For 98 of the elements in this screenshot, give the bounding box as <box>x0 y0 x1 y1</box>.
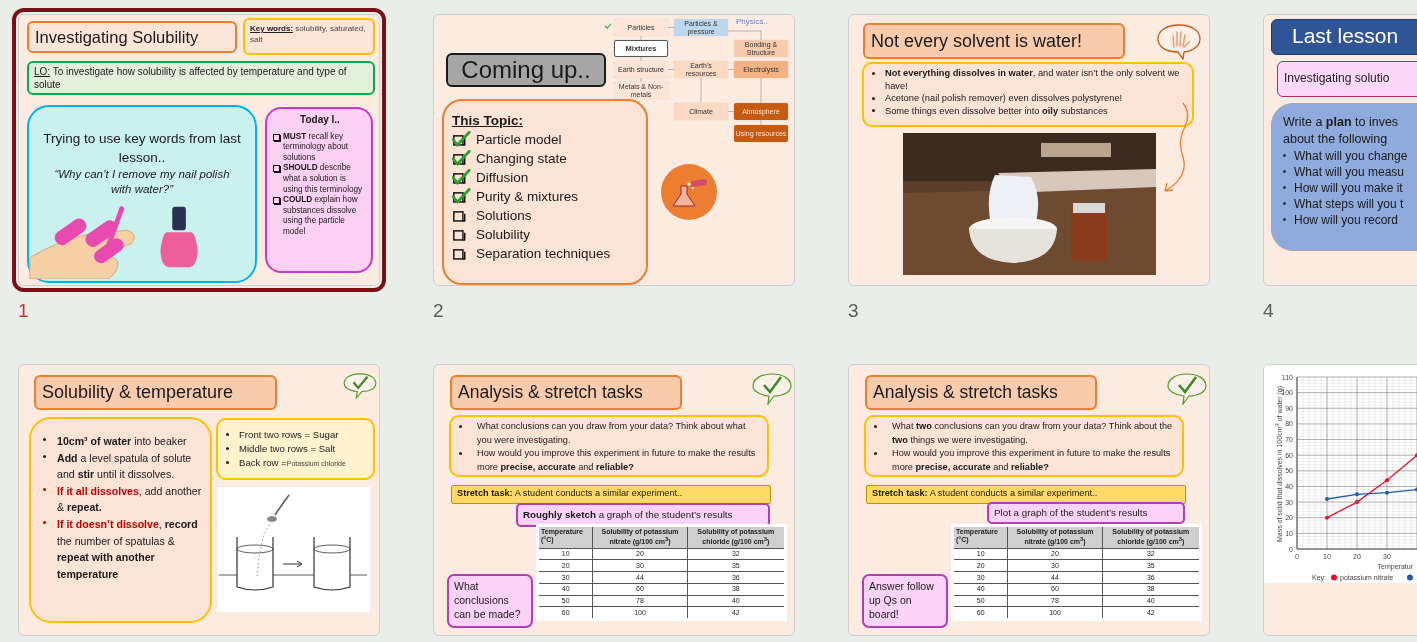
data-point <box>1355 492 1359 497</box>
bullet-icon <box>459 451 462 455</box>
slide-title: Analysis & stretch tasks <box>865 375 1097 410</box>
bullet-icon <box>872 96 875 100</box>
bullet-icon <box>872 109 875 113</box>
topic-label: Separation techniques <box>476 245 611 263</box>
checkbox-icon <box>273 197 280 205</box>
slide-number: 1 <box>18 300 29 322</box>
slide-title: Analysis & stretch tasks <box>450 375 682 410</box>
stretch-task-box: Stretch task: A student conducts a similar experiment.. <box>451 485 771 504</box>
slide-title: Solubility & temperature <box>34 375 277 410</box>
note-box: Answer follow up Qs on board! <box>862 574 948 628</box>
speech-bubble-hand-icon <box>1156 23 1202 60</box>
topic-label: Solutions <box>476 207 532 225</box>
bullet-text: Acetone (nail polish remover) even dissolves polystyrene! <box>885 92 1123 105</box>
goal-text: COULD explain how substances dissolve using the particle model <box>283 195 359 238</box>
data-point <box>1385 490 1389 495</box>
bullet-text: How would you improve this experiment in future to make the results more precise, accurate and reliable? <box>891 447 1172 474</box>
task-text: about the following <box>1283 131 1389 148</box>
bullet-icon <box>43 488 46 492</box>
question-text: “Why can’t I remove my nail polish with water?” <box>53 167 231 197</box>
bullet-icon <box>43 454 46 458</box>
bullet-icon <box>226 446 229 450</box>
bullet-icon <box>1283 170 1286 173</box>
data-point <box>1325 496 1329 501</box>
topic-label: Purity & mixtures <box>476 188 579 206</box>
slide-thumbnail[interactable] <box>18 364 380 636</box>
topic-label: Solubility <box>476 226 531 244</box>
keywords-box: Key words: solubility, saturated, salt <box>243 18 375 55</box>
speech-bubble-check-icon <box>1167 373 1207 405</box>
flask-icon <box>661 164 717 220</box>
bullet-icon <box>459 424 462 428</box>
checkbox-icon <box>273 165 280 173</box>
data-point <box>1355 500 1359 505</box>
question-text: How will you make it <box>1294 180 1403 196</box>
step-text: If it doesn’t dissolve, record the number of spatulas & repeat with another temperature <box>57 516 199 582</box>
slide-thumbnail[interactable] <box>848 364 1210 636</box>
slide-number: 3 <box>848 300 859 322</box>
checkbox[interactable] <box>452 131 472 148</box>
bullet-icon <box>43 438 46 442</box>
question-text: What steps will you t <box>1294 196 1404 212</box>
checkbox-icon <box>273 133 280 141</box>
slide-thumbnail[interactable]: Last lesson Investigating solutio Write a plan to inves about the following What will you change What will you measu How will you make it What steps will you t How will you record <box>1263 14 1417 286</box>
step-text: Add a level spatula of solute and stir until it dissolves. <box>57 450 193 483</box>
slide-number: 4 <box>1263 300 1274 322</box>
checkbox[interactable] <box>452 169 472 186</box>
topic-label: Diffusion <box>476 169 529 187</box>
group-text: Front two rows = Sugar <box>239 428 339 442</box>
instruction-box: Plot a graph of the student’s results <box>987 502 1185 524</box>
bullet-icon <box>1283 186 1286 189</box>
legend-marker <box>1407 574 1413 581</box>
data-point <box>1325 515 1329 520</box>
bullet-text: What conclusions can you draw from your data? Think about what you were investigating. <box>476 420 747 447</box>
bullet-icon <box>1283 154 1286 157</box>
question-text: How will you record <box>1294 212 1399 228</box>
speech-bubble-check-icon <box>343 373 377 399</box>
step-text: If it all dissolves, add another & repeat. <box>57 483 203 516</box>
step-text: 10cm³ of water into beaker <box>57 434 187 449</box>
slide-title: Not every solvent is water! <box>863 23 1125 59</box>
map-note: Physics.. <box>736 17 768 26</box>
prompt-text: Trying to use key words from last lesson.. <box>42 130 242 167</box>
bullet-icon <box>43 521 46 525</box>
topic-heading: This Topic: <box>452 112 524 130</box>
task-text: Write a plan to inves <box>1283 114 1400 131</box>
bullet-icon <box>226 460 229 464</box>
bullet-icon <box>872 71 875 75</box>
question-text: What will you change <box>1294 148 1408 164</box>
bullet-icon <box>1283 202 1286 205</box>
slide-thumbnail[interactable] <box>433 364 795 636</box>
stretch-task-box: Stretch task: A student conducts a similar experiment.. <box>866 485 1186 504</box>
note-box: What conclusions can be made? <box>447 574 533 628</box>
slide-thumbnail[interactable] <box>848 14 1210 286</box>
bullet-text: How would you improve this experiment in future to make the results more precise, accurate and reliable? <box>476 447 757 474</box>
topic-label: Changing state <box>476 150 567 168</box>
bullet-text: What two conclusions can you draw from your data? Think about the two things we were investigating. <box>891 420 1174 447</box>
slide-title: Investigating Solubility <box>27 21 237 53</box>
slide-number: 2 <box>433 300 444 322</box>
goals-title: Today I.. <box>299 115 341 126</box>
checkbox[interactable] <box>452 188 472 205</box>
bullet-icon <box>874 424 877 428</box>
bullet-icon <box>874 451 877 455</box>
slide-title: Coming up.. <box>446 53 606 87</box>
bullet-icon <box>1283 218 1286 221</box>
bullet-icon <box>226 432 229 436</box>
checkbox[interactable] <box>452 150 472 167</box>
instruction-box: Roughly sketch a graph of the student’s results <box>516 503 770 527</box>
slide-title: Last lesson <box>1271 19 1417 55</box>
legend-marker <box>1331 574 1337 581</box>
subtitle-box: Investigating solutio <box>1277 61 1417 97</box>
speech-bubble-check-icon <box>752 373 792 405</box>
topic-label: Particle model <box>476 131 562 149</box>
objective-box: LO: To investigate how solubility is affected by temperature and type of solute <box>27 61 375 95</box>
slide-thumbnail[interactable] <box>433 14 795 286</box>
bullet-text: Not everything dissolves in water, and water isn’t the only solvent we have! <box>885 67 1181 93</box>
group-text: Middle two rows = Salt <box>239 442 336 456</box>
data-point <box>1385 478 1389 483</box>
question-text: What will you measu <box>1294 164 1405 180</box>
bullet-text: Some things even dissolve better into oily substances <box>885 104 1108 118</box>
